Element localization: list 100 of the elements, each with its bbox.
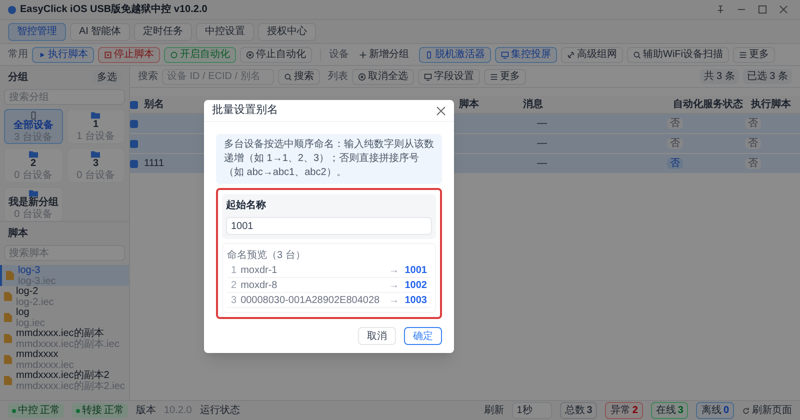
toolbar-button[interactable]: 脱机激活器 [419,46,491,62]
maximize-icon[interactable] [758,5,767,14]
nav-tab[interactable]: 智控管理 [8,22,66,40]
nav-tab[interactable]: 定时任务 [134,22,192,40]
row-checkbox[interactable] [130,120,138,128]
nav-tab[interactable]: AI 智能体 [70,22,130,40]
confirm-button[interactable]: 确定 [404,327,442,345]
device-count: 0 台设备 [76,170,115,181]
file-icon [4,355,12,364]
status-tag: 否 [667,158,683,169]
run-state-label: 运行状态 [200,404,240,418]
counter-value: 2 [632,404,638,418]
toolbar-button[interactable]: 停止脚本 [98,46,160,62]
group-name: 3 [92,158,99,170]
table-cell: — [537,138,547,149]
stop-icon [104,50,112,58]
info-banner: 多台设备按选中顺序命名：输入纯数字则从该数递增（如 1→1、2、3）；否则直接拼接序号（如 abc→abc1、abc2）。 [216,134,442,184]
status-tag: 否 [745,138,761,149]
toolbar-button[interactable]: 更多 [733,46,775,62]
start-name-field[interactable]: 1001 [226,217,432,235]
arrow-glyph: → [389,264,399,278]
script-name: log-2 [16,286,38,296]
list-button[interactable]: 更多 [484,68,526,84]
group-name: 我是新分组 [8,197,58,208]
column-header: 别名 [144,99,164,110]
new-name: 1002 [404,278,427,292]
script-name: log-3 [18,265,40,276]
toolbar-label: 设备 [329,48,349,62]
toolbar-button[interactable]: 停止自动化 [240,46,312,62]
new-name: 1003 [404,294,427,308]
row-index: 3 [231,294,237,308]
search-icon [633,50,641,58]
refresh-label: 刷新 [484,404,504,418]
toolbar-button[interactable]: 执行脚本 [32,46,94,62]
group-card[interactable]: 2 0 台设备 [4,148,62,183]
play-icon [38,50,46,58]
close-icon[interactable] [436,106,446,116]
device-count: 1 台设备 [76,131,115,142]
file-icon [6,271,14,280]
window-title: EasyClick iOS USB版免越狱中控 v10.2.0 [20,2,208,17]
group-card[interactable]: 我是新分组 0 台设备 [4,187,62,221]
monitor-icon [424,72,432,80]
group-name: 2 [30,158,36,170]
row-index: 2 [231,278,237,292]
toolbar-button[interactable]: 开启自动化 [164,46,236,62]
counter-value: 0 [723,404,729,418]
script-name: mmdxxxx.iec的副本2 [16,370,110,380]
folder-icon [28,150,38,158]
panel-title: 分组 [8,70,28,85]
circle-cross-icon [246,50,254,58]
status-value: 正常 [104,404,124,418]
list-button[interactable]: 取消全选 [352,68,414,84]
version-label: 版本 [136,404,156,418]
pin-icon[interactable] [716,5,725,14]
list-icon [739,50,747,58]
toolbar-button[interactable]: 集控投屏 [495,46,557,62]
counter-label: 异常 [610,404,630,418]
status-tag: 否 [745,118,761,129]
counter-label: 离线 [701,404,722,418]
group-card[interactable]: 3 0 台设备 [66,148,125,183]
select-all-checkbox[interactable] [130,100,138,108]
column-header: 消息 [523,99,543,110]
group-search-field[interactable]: 搜索分组 [4,89,125,105]
current-name: 00008030-001A28902E804028 [240,294,381,308]
row-index: 1 [231,264,237,278]
file-icon [4,292,12,301]
toolbar-button[interactable]: 高级组网 [561,46,623,62]
column-header: 自动化服务状态 [673,99,743,110]
script-search-field[interactable]: 搜索脚本 [4,245,125,261]
refresh-interval-dropdown[interactable]: 1秒 [512,402,552,419]
cancel-button[interactable]: 取消 [358,327,396,345]
phone-icon [28,110,38,120]
group-name: 1 [92,119,99,130]
refresh-page-button[interactable]: 刷新页面 [742,403,792,418]
group-name: 全部设备 [13,120,54,132]
script-name: mmdxxxx.iec的副本 [16,328,105,338]
search-button[interactable]: 搜索 [278,68,320,84]
nav-tab[interactable]: 中控设置 [196,22,254,40]
arrow-glyph: → [389,278,399,292]
folder-icon [91,150,100,158]
group-card[interactable]: 1 1 台设备 [66,109,125,144]
current-name: moxdr-8 [240,278,278,292]
toolbar-label: 常用 [8,48,28,62]
counter-label: 总数 [564,404,585,418]
folder-icon [91,111,100,119]
monitor-icon [501,50,509,58]
phone-icon [425,50,433,58]
toolbar-button[interactable]: 辅助WiFi设备扫描 [627,46,729,62]
column-header: 执行脚本 [751,99,791,110]
arrow-glyph: → [389,294,399,308]
row-checkbox[interactable] [130,140,138,148]
search-icon [284,72,292,80]
list-button[interactable]: 字段设置 [418,68,480,84]
nav-tab[interactable]: 授权中心 [258,22,316,40]
panel-title: 脚本 [8,228,28,239]
status-label: 转接 [82,404,102,418]
device-search-field[interactable]: 设备 ID / ECID / 别名 [162,68,274,84]
row-checkbox[interactable] [130,160,138,168]
close-icon[interactable] [779,5,788,14]
plus-icon [359,50,367,58]
